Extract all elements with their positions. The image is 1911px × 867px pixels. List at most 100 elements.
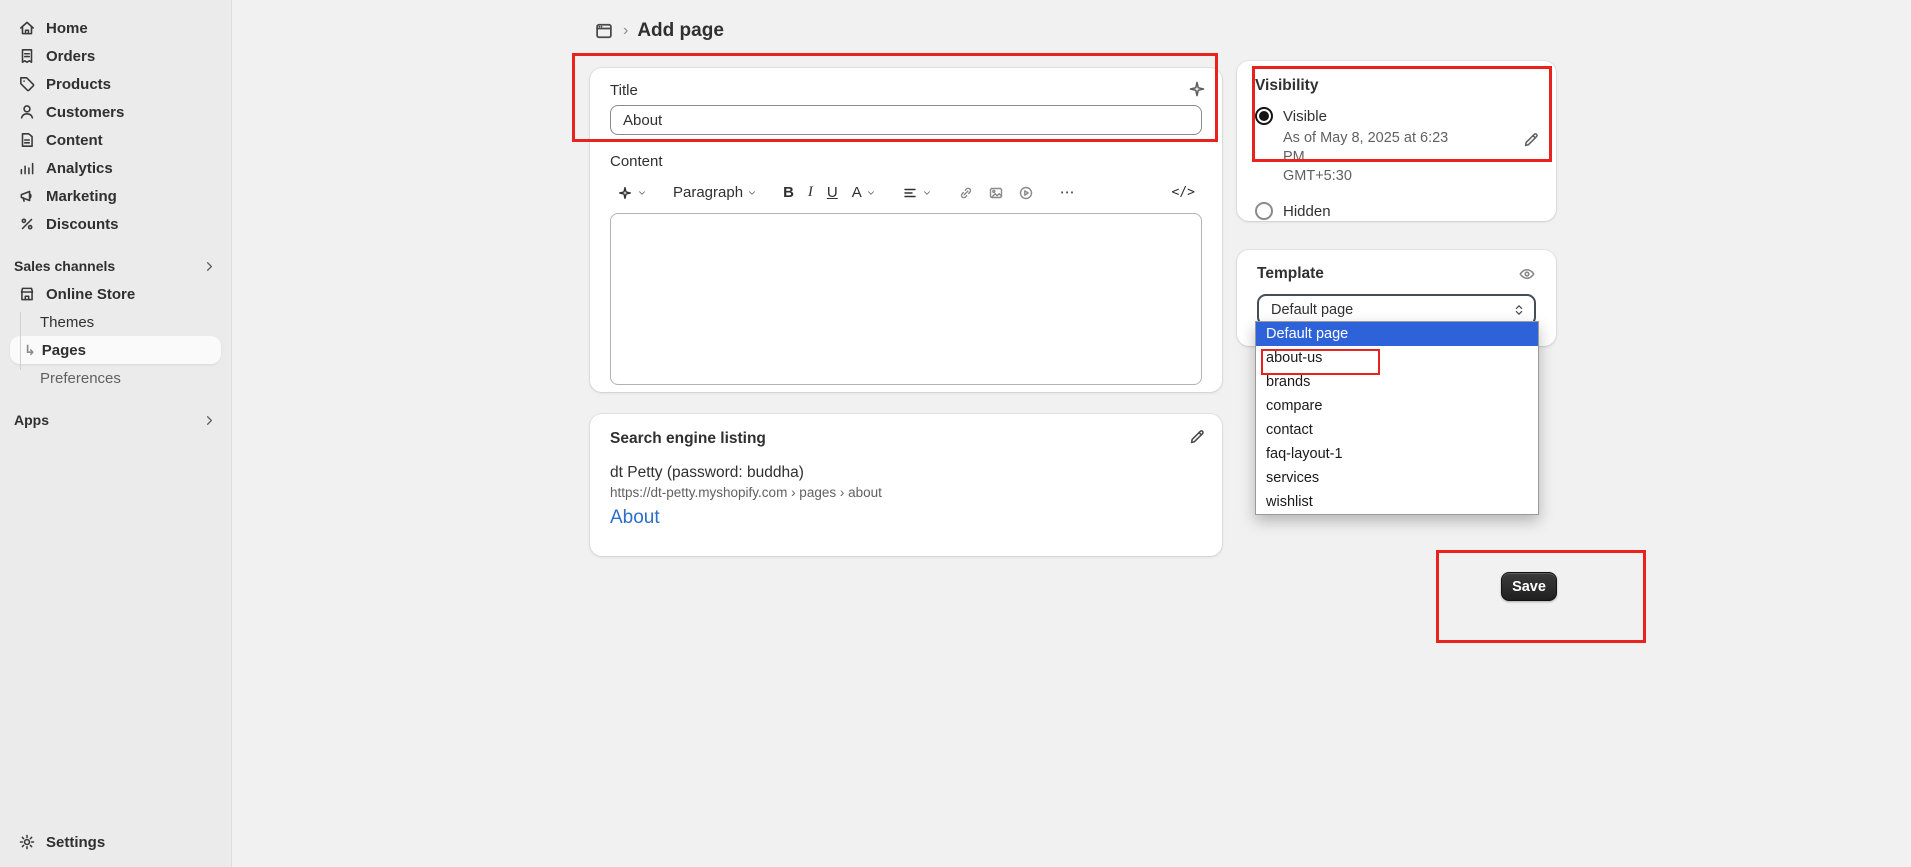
- magic-sparkle-icon[interactable]: [1188, 80, 1206, 98]
- sidebar-item-orders[interactable]: Orders: [10, 42, 221, 70]
- apps-header[interactable]: Apps: [0, 408, 231, 432]
- sidebar-child-label: Pages: [42, 342, 86, 359]
- paragraph-label: Paragraph: [673, 185, 743, 200]
- sidebar-child-label: Themes: [40, 314, 94, 331]
- sidebar-item-preferences[interactable]: Preferences: [10, 364, 221, 392]
- tree-line: [20, 312, 21, 370]
- align-left-icon: [902, 185, 918, 201]
- online-store-label: Online Store: [46, 286, 135, 303]
- analytics-icon: [18, 159, 36, 177]
- sales-channels-header[interactable]: Sales channels: [0, 254, 231, 278]
- image-icon: [988, 185, 1004, 201]
- sidebar-item-themes[interactable]: Themes: [10, 308, 221, 336]
- content-field-label: Content: [610, 153, 1202, 170]
- content-editor[interactable]: [610, 213, 1202, 385]
- template-option-about-us[interactable]: about-us: [1256, 346, 1538, 370]
- hidden-label: Hidden: [1283, 203, 1331, 220]
- page-window-icon: [594, 21, 614, 41]
- template-option-compare[interactable]: compare: [1256, 394, 1538, 418]
- online-store-icon: [18, 285, 36, 303]
- sales-channels-label: Sales channels: [14, 258, 115, 274]
- rich-text-toolbar: Paragraph B I U A ⋯ </: [610, 176, 1202, 209]
- edit-visibility-pencil-icon[interactable]: [1522, 131, 1540, 149]
- template-option-default-page[interactable]: Default page: [1256, 322, 1538, 346]
- gear-icon: [18, 833, 36, 851]
- underline-button[interactable]: U: [820, 181, 845, 204]
- search-engine-listing-card: Search engine listing dt Petty (password…: [590, 414, 1222, 556]
- customers-icon: [18, 103, 36, 121]
- marketing-icon: [18, 187, 36, 205]
- sidebar-item-home[interactable]: Home: [10, 14, 221, 42]
- chevron-down-icon: [922, 188, 932, 198]
- sidebar-item-pages[interactable]: ↳ Pages: [10, 336, 221, 364]
- home-icon: [18, 19, 36, 37]
- seo-page-title-link[interactable]: About: [610, 507, 1202, 529]
- template-option-brands[interactable]: brands: [1256, 370, 1538, 394]
- hidden-radio-unselected[interactable]: [1255, 202, 1273, 220]
- shopify-admin-add-page: Home Orders Products Customers Content A…: [0, 0, 1911, 867]
- sidebar: Home Orders Products Customers Content A…: [0, 0, 232, 867]
- title-field-label: Title: [610, 82, 1202, 99]
- template-selected-value: Default page: [1271, 302, 1353, 318]
- template-card-header: Template: [1257, 265, 1536, 283]
- breadcrumb-separator: ›: [623, 22, 628, 40]
- sidebar-child-label: Preferences: [40, 370, 121, 387]
- hidden-radio-row[interactable]: Hidden: [1255, 202, 1538, 220]
- sidebar-item-products[interactable]: Products: [10, 70, 221, 98]
- chevron-right-icon: [202, 259, 217, 274]
- title-content-card: Title Content Paragraph B I U A: [590, 68, 1222, 392]
- visible-radio-row[interactable]: Visible: [1255, 107, 1538, 125]
- visible-radio-selected[interactable]: [1255, 107, 1273, 125]
- sidebar-item-content[interactable]: Content: [10, 126, 221, 154]
- page-title-input[interactable]: [610, 105, 1202, 135]
- template-option-contact[interactable]: contact: [1256, 418, 1538, 442]
- sidebar-item-label: Products: [46, 76, 111, 93]
- sidebar-item-label: Content: [46, 132, 103, 149]
- italic-button[interactable]: I: [801, 181, 820, 204]
- select-stepper-icon: [1512, 303, 1526, 317]
- visibility-card: Visibility Visible As of May 8, 2025 at …: [1237, 61, 1556, 221]
- chevron-right-icon: [202, 413, 217, 428]
- seo-url: https://dt-petty.myshopify.com › pages ›…: [610, 485, 1202, 500]
- online-store-children: Themes ↳ Pages Preferences: [10, 308, 221, 392]
- template-heading: Template: [1257, 265, 1324, 283]
- seo-heading: Search engine listing: [610, 430, 1202, 448]
- show-html-button[interactable]: </>: [1165, 182, 1202, 203]
- sidebar-item-online-store[interactable]: Online Store: [10, 280, 221, 308]
- sidebar-item-marketing[interactable]: Marketing: [10, 182, 221, 210]
- save-button[interactable]: Save: [1501, 572, 1557, 601]
- insert-image-button[interactable]: [981, 181, 1011, 205]
- video-play-icon: [1018, 185, 1034, 201]
- chevron-down-icon: [637, 188, 647, 198]
- insert-video-button[interactable]: [1011, 181, 1041, 205]
- ai-magic-button[interactable]: [610, 181, 654, 205]
- breadcrumb: › Add page: [594, 20, 724, 42]
- paragraph-style-button[interactable]: Paragraph: [666, 181, 764, 204]
- products-icon: [18, 75, 36, 93]
- edit-seo-pencil-icon[interactable]: [1188, 428, 1206, 446]
- seo-site-name: dt Petty (password: buddha): [610, 464, 1202, 482]
- template-option-wishlist[interactable]: wishlist: [1256, 490, 1538, 514]
- visibility-heading: Visibility: [1255, 77, 1538, 95]
- sidebar-item-analytics[interactable]: Analytics: [10, 154, 221, 182]
- discounts-icon: [18, 215, 36, 233]
- link-icon: [958, 185, 974, 201]
- sidebar-item-label: Orders: [46, 48, 95, 65]
- template-option-faq-layout-1[interactable]: faq-layout-1: [1256, 442, 1538, 466]
- magic-icon: [617, 185, 633, 201]
- bold-button[interactable]: B: [776, 181, 801, 204]
- sidebar-item-customers[interactable]: Customers: [10, 98, 221, 126]
- sidebar-item-discounts[interactable]: Discounts: [10, 210, 221, 238]
- turn-arrow-icon: ↳: [24, 342, 36, 359]
- alignment-button[interactable]: [895, 181, 939, 205]
- sales-channels-group: Online Store Themes ↳ Pages Preferences: [0, 278, 231, 392]
- template-dropdown-list: Default pageabout-usbrandscomparecontact…: [1255, 321, 1539, 515]
- content-icon: [18, 131, 36, 149]
- text-color-button[interactable]: A: [845, 181, 883, 204]
- insert-link-button[interactable]: [951, 181, 981, 205]
- sidebar-item-settings[interactable]: Settings: [10, 827, 221, 857]
- more-options-button[interactable]: ⋯: [1053, 181, 1082, 204]
- eye-icon[interactable]: [1518, 265, 1536, 283]
- visible-label: Visible: [1283, 108, 1327, 125]
- template-option-services[interactable]: services: [1256, 466, 1538, 490]
